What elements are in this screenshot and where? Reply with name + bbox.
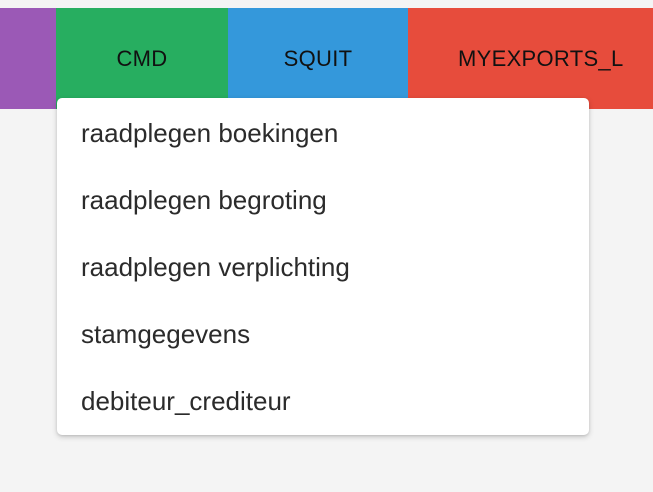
menu-item-label: stamgegevens	[81, 319, 251, 349]
tab-myexports[interactable]: MYEXPORTS_L	[408, 8, 653, 109]
menu-item-raadplegen-begroting[interactable]: raadplegen begroting	[57, 167, 589, 234]
tab-squit[interactable]: SQUIT	[228, 8, 408, 109]
menu-item-raadplegen-boekingen[interactable]: raadplegen boekingen	[57, 100, 589, 167]
menu-item-label: debiteur_crediteur	[81, 386, 291, 416]
tab-cmd[interactable]: CMD	[56, 8, 228, 109]
top-navigation-bar: CMD SQUIT MYEXPORTS_L	[0, 8, 653, 109]
menu-item-label: raadplegen boekingen	[81, 118, 339, 148]
tab-purple[interactable]	[0, 8, 56, 109]
cmd-dropdown-menu: raadplegen boekingen raadplegen begrotin…	[57, 98, 589, 435]
menu-item-stamgegevens[interactable]: stamgegevens	[57, 301, 589, 368]
menu-item-raadplegen-verplichting[interactable]: raadplegen verplichting	[57, 234, 589, 301]
tab-squit-label: SQUIT	[283, 45, 353, 71]
menu-item-label: raadplegen begroting	[81, 185, 327, 215]
menu-item-debiteur-crediteur[interactable]: debiteur_crediteur	[57, 368, 589, 435]
tab-cmd-label: CMD	[116, 45, 168, 71]
menu-item-label: raadplegen verplichting	[81, 252, 350, 282]
tab-myexports-label: MYEXPORTS_L	[458, 45, 624, 71]
